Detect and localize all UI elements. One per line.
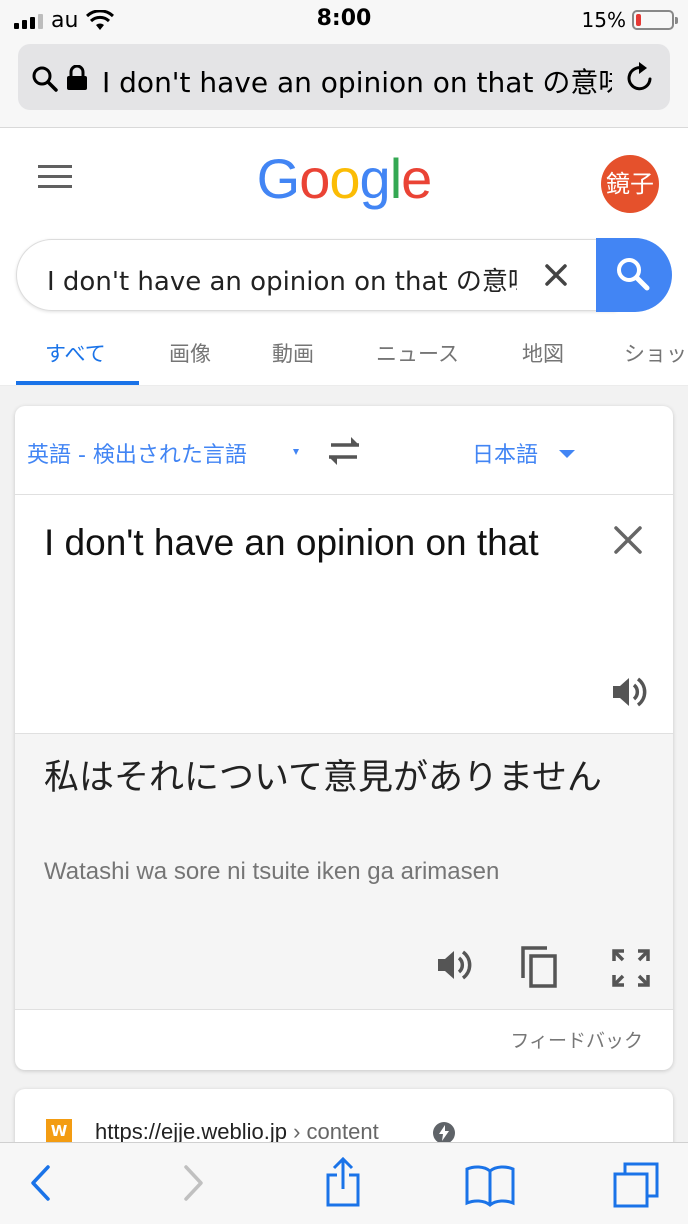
translation-area: 私はそれについて意見がありません Watashi wa sore ni tsui… (15, 733, 673, 1010)
amp-lightning-icon (433, 1122, 455, 1144)
battery-level (636, 14, 641, 26)
battery-percent: 15% (581, 8, 626, 32)
tab-images[interactable]: 画像 (169, 338, 211, 368)
source-text[interactable]: I don't have an opinion on that (44, 517, 564, 569)
fullscreen-icon[interactable] (611, 948, 651, 988)
search-tabs: すべて 画像 動画 ニュース 地図 ショッ (0, 322, 688, 386)
google-logo[interactable]: Google (0, 146, 688, 211)
clear-source-icon[interactable] (613, 525, 643, 555)
address-text: I don't have an opinion on that の意味 (102, 66, 612, 99)
browser-toolbar (0, 1142, 688, 1224)
tab-maps[interactable]: 地図 (522, 338, 564, 368)
tab-videos[interactable]: 動画 (272, 338, 314, 368)
target-language-select[interactable]: 日本語 (472, 437, 538, 469)
translate-card: 英語 - 検出された言語 日本語 I don't have an opinion… (15, 406, 673, 1070)
account-avatar[interactable]: 鏡子 (601, 155, 659, 213)
source-language-caret-icon (293, 449, 299, 455)
search-box[interactable]: I don't have an opinion on that の意味 (16, 239, 616, 311)
browser-address-area: I don't have an opinion on that の意味 (0, 40, 688, 128)
romanization-text: Watashi wa sore ni tsuite iken ga arimas… (44, 858, 500, 885)
logo-letter: e (401, 147, 432, 210)
copy-icon[interactable] (519, 944, 559, 990)
share-icon[interactable] (324, 1157, 362, 1209)
language-selector-row: 英語 - 検出された言語 日本語 (15, 406, 673, 495)
status-right: 15% (581, 8, 678, 32)
search-icon (617, 258, 650, 291)
tab-news[interactable]: ニュース (376, 338, 459, 368)
logo-letter: g (359, 147, 391, 210)
tab-shopping[interactable]: ショッ (624, 338, 687, 368)
logo-letter: o (299, 147, 330, 210)
bookmarks-icon[interactable] (464, 1163, 516, 1207)
speaker-icon[interactable] (610, 673, 650, 711)
source-text-area[interactable]: I don't have an opinion on that (15, 495, 673, 733)
logo-letter: G (256, 147, 301, 210)
search-icon (32, 66, 58, 92)
target-language-caret-icon (559, 450, 575, 458)
back-icon[interactable] (28, 1161, 52, 1205)
forward-icon[interactable] (182, 1161, 206, 1205)
logo-letter: o (329, 147, 360, 210)
clear-search-icon[interactable] (543, 262, 569, 288)
translated-text: 私はそれについて意見がありません (44, 758, 602, 798)
address-bar[interactable]: I don't have an opinion on that の意味 (18, 44, 670, 110)
battery-icon (632, 10, 678, 30)
result-url-domain: https://ejje.weblio.jp (95, 1119, 287, 1144)
search-input[interactable]: I don't have an opinion on that の意味 (47, 261, 517, 298)
lock-icon (67, 65, 87, 90)
logo-letter: l (389, 147, 402, 210)
site-favicon-icon: W (46, 1119, 72, 1143)
tabs-icon[interactable] (612, 1161, 660, 1209)
speaker-icon[interactable] (435, 946, 475, 984)
reload-icon[interactable] (624, 60, 656, 94)
tab-all[interactable]: すべて (45, 338, 106, 368)
status-bar: au 8:00 15% (0, 0, 688, 40)
source-language-select[interactable]: 英語 - 検出された言語 (27, 437, 247, 469)
swap-languages-icon[interactable] (325, 434, 363, 468)
result-url-path: › content (287, 1119, 379, 1144)
search-button[interactable] (596, 238, 672, 312)
active-tab-indicator (16, 381, 139, 385)
feedback-link[interactable]: フィードバック (510, 1026, 643, 1053)
